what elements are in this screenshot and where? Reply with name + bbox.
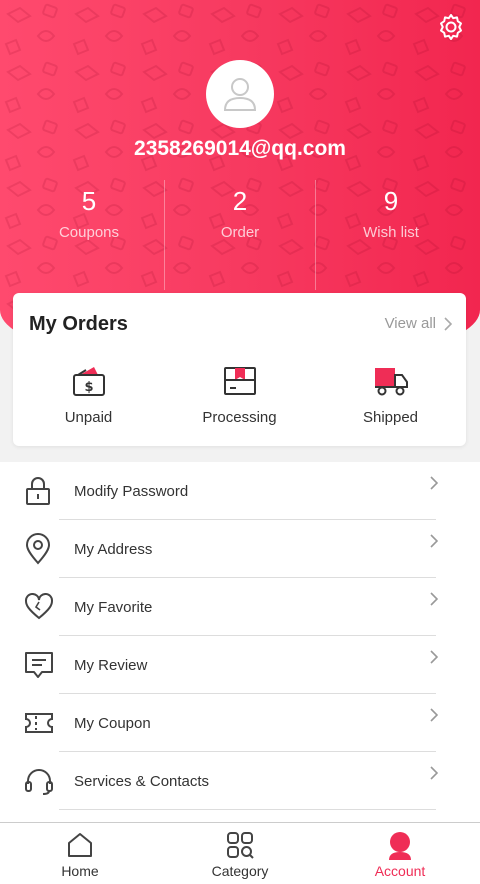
- heart-icon: [25, 593, 53, 620]
- menu-services-contacts[interactable]: Services & Contacts: [0, 752, 480, 810]
- package-icon: [223, 367, 256, 395]
- chevron-right-icon: [430, 476, 438, 490]
- user-placeholder-icon: [223, 78, 257, 111]
- stat-value: 9: [383, 186, 399, 216]
- menu-my-coupon[interactable]: My Coupon: [0, 694, 480, 752]
- home-icon: [68, 833, 92, 857]
- menu-my-favorite[interactable]: My Favorite: [0, 578, 480, 636]
- chevron-right-icon: [430, 534, 438, 548]
- bottom-tab-bar: Home Category Account: [0, 822, 480, 884]
- order-shipped-label: Shipped: [362, 409, 419, 426]
- avatar[interactable]: [206, 60, 274, 128]
- chevron-right-icon: [430, 592, 438, 606]
- menu-label: Services & Contacts: [74, 772, 210, 790]
- menu-label: My Review: [74, 656, 148, 674]
- order-processing[interactable]: Processing: [164, 365, 315, 426]
- menu-label: My Favorite: [74, 598, 153, 616]
- menu-modify-password[interactable]: Modify Password: [0, 462, 480, 520]
- truck-icon: [374, 368, 408, 396]
- stat-wish-list[interactable]: 9 Wish list: [315, 180, 466, 290]
- headset-icon: [25, 769, 53, 795]
- orders-title: My Orders: [29, 313, 128, 335]
- menu-label: My Coupon: [74, 714, 151, 732]
- tab-account[interactable]: Account: [320, 823, 480, 884]
- chevron-right-icon: [444, 316, 452, 331]
- stat-value: 5: [81, 186, 97, 216]
- account-menu: Modify Password My Address My Favorite M…: [0, 462, 480, 824]
- category-icon: [227, 832, 254, 859]
- chevron-right-icon: [430, 766, 438, 780]
- location-pin-icon: [25, 533, 51, 565]
- chevron-right-icon: [430, 650, 438, 664]
- user-email: 2358269014@qq.com: [134, 137, 346, 160]
- chevron-right-icon: [430, 708, 438, 722]
- stats-row: 5 Coupons 2 Order 9 Wish list: [14, 180, 466, 290]
- menu-label: My Address: [74, 540, 153, 558]
- menu-label: Modify Password: [74, 482, 189, 500]
- stat-order[interactable]: 2 Order: [164, 180, 315, 290]
- menu-my-review[interactable]: My Review: [0, 636, 480, 694]
- view-all-label: View all: [384, 315, 436, 332]
- order-unpaid[interactable]: $ Unpaid: [13, 365, 164, 426]
- coupon-icon: [25, 713, 53, 733]
- stat-value: 2: [232, 186, 248, 216]
- order-shipped[interactable]: Shipped: [315, 365, 466, 426]
- lock-icon: [26, 477, 50, 505]
- review-icon: [25, 652, 53, 678]
- my-orders-card: My Orders View all $ Unpaid Processing S…: [13, 293, 466, 446]
- stat-label: Order: [220, 224, 260, 241]
- svg-text:$: $: [84, 380, 93, 395]
- stat-coupons[interactable]: 5 Coupons: [14, 180, 164, 290]
- tab-home[interactable]: Home: [0, 823, 160, 884]
- tab-category[interactable]: Category: [160, 823, 320, 884]
- tab-label: Home: [61, 863, 99, 879]
- settings-gear-icon[interactable]: [436, 12, 466, 42]
- order-unpaid-label: Unpaid: [64, 409, 113, 426]
- tab-label: Account: [374, 863, 426, 879]
- stat-label: Coupons: [58, 224, 120, 241]
- menu-my-address[interactable]: My Address: [0, 520, 480, 578]
- stat-label: Wish list: [363, 224, 419, 241]
- wallet-dollar-icon: $: [72, 367, 105, 396]
- account-icon: [389, 832, 411, 860]
- view-all-link[interactable]: View all: [385, 315, 452, 332]
- tab-label: Category: [211, 863, 269, 879]
- order-processing-label: Processing: [202, 409, 277, 426]
